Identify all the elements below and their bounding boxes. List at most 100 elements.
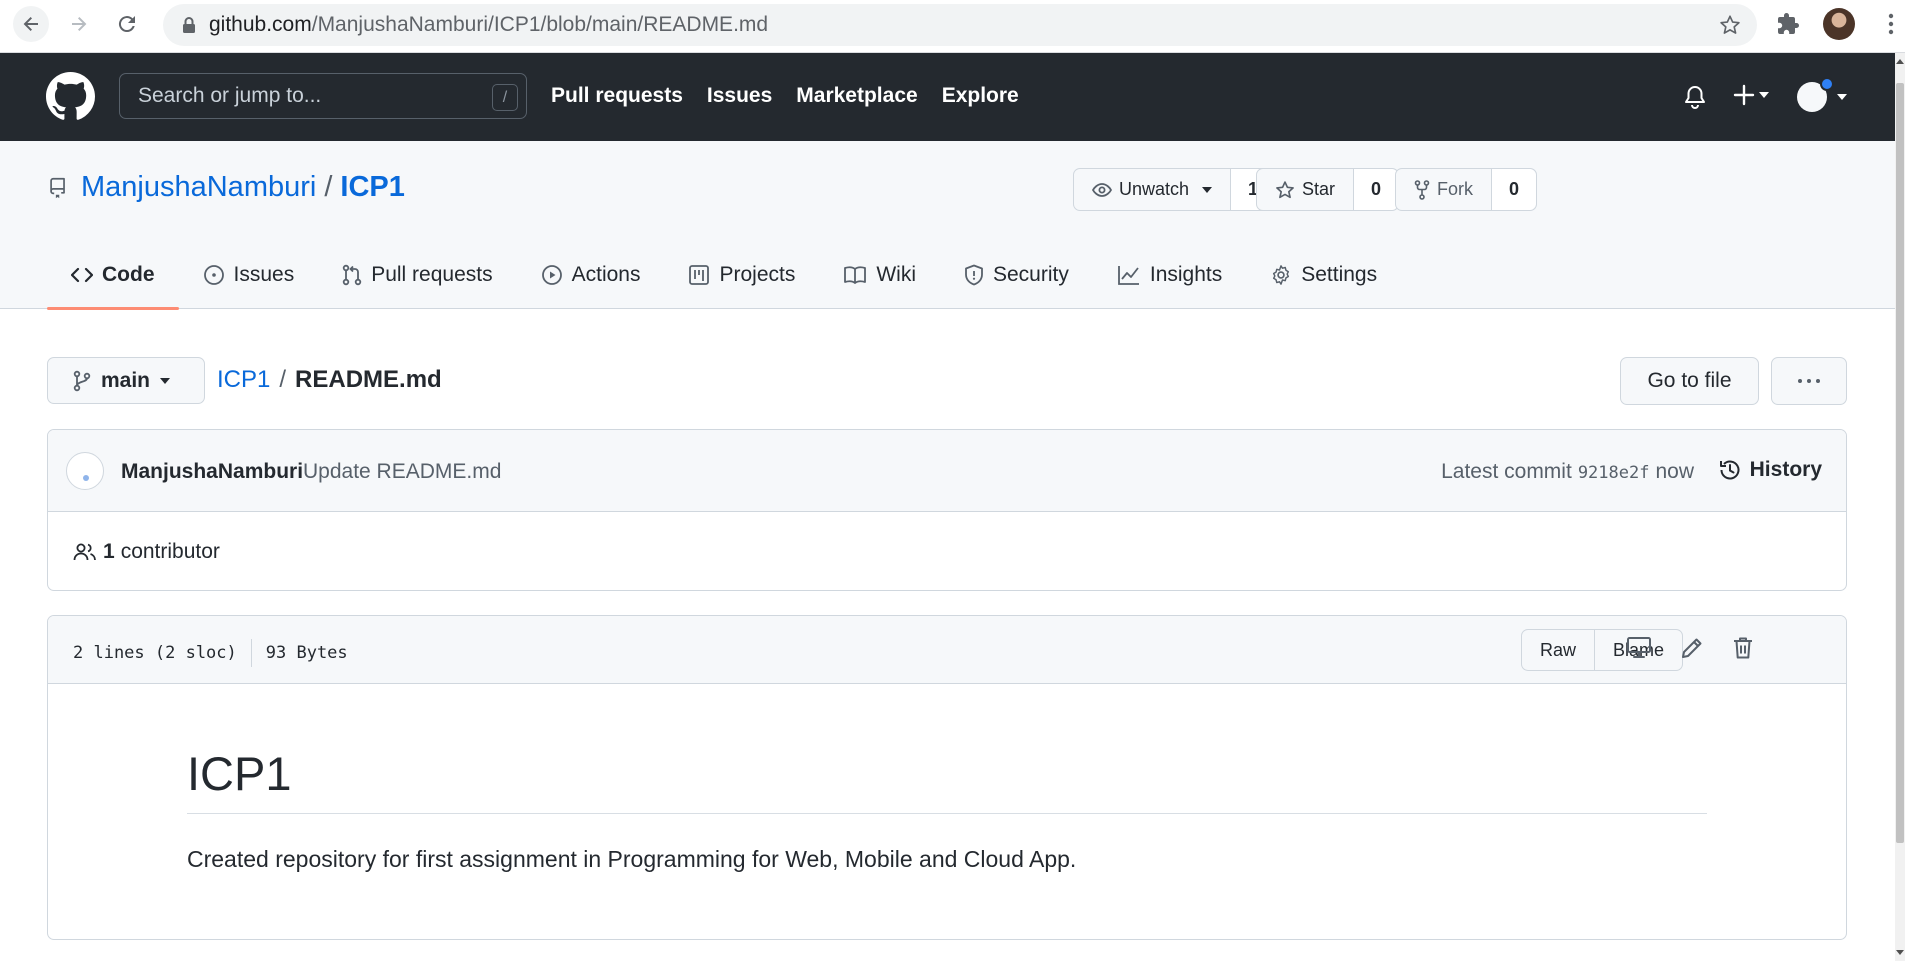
tab-security[interactable]: Security [940, 240, 1093, 309]
browser-toolbar: github.com/ManjushaNamburi/ICP1/blob/mai… [0, 0, 1905, 53]
tab-actions[interactable]: Actions [517, 240, 665, 309]
global-nav: Pull requests Issues Marketplace Explore [551, 84, 1019, 108]
commit-author[interactable]: ManjushaNamburi [121, 460, 303, 484]
repo-icon [50, 177, 65, 198]
star-icon [1276, 180, 1294, 198]
raw-blame-group: Raw Blame [1521, 629, 1684, 671]
nav-issues[interactable]: Issues [707, 84, 772, 108]
github-logo-icon[interactable] [46, 72, 95, 121]
commit-message[interactable]: Update README.md [303, 460, 501, 484]
tab-label: Settings [1301, 262, 1378, 286]
star-button[interactable]: Star [1257, 169, 1355, 210]
scroll-down-arrow-icon[interactable] [1896, 950, 1904, 955]
branch-name: main [101, 368, 151, 392]
readme-paragraph: Created repository for first assignment … [187, 846, 1077, 872]
unwatch-button[interactable]: Unwatch [1074, 169, 1232, 210]
nav-marketplace[interactable]: Marketplace [796, 84, 917, 108]
repo-title: ManjushaNamburi / ICP1 [48, 171, 405, 204]
github-header: Search or jump to... / Pull requests Iss… [0, 53, 1895, 141]
browser-menu-icon[interactable] [1888, 13, 1894, 35]
fork-count[interactable]: 0 [1492, 169, 1536, 210]
history-link[interactable]: History [1718, 458, 1822, 482]
watch-button-group: Unwatch 1 [1073, 168, 1277, 211]
desktop-icon[interactable] [1626, 636, 1652, 660]
people-icon [73, 543, 96, 561]
fork-label: Fork [1437, 179, 1473, 199]
repo-owner-link[interactable]: ManjushaNamburi [81, 171, 316, 204]
caret-down-icon [160, 377, 171, 384]
gear-icon [1273, 264, 1290, 285]
caret-down-icon [1759, 92, 1769, 98]
eye-icon [1092, 182, 1112, 197]
star-count[interactable]: 0 [1354, 169, 1399, 210]
plus-icon [1733, 84, 1755, 106]
address-bar[interactable]: github.com/ManjushaNamburi/ICP1/blob/mai… [163, 4, 1757, 46]
bookmark-star-icon[interactable] [1719, 14, 1741, 36]
tab-settings[interactable]: Settings [1246, 240, 1401, 309]
nav-pull-requests[interactable]: Pull requests [551, 84, 683, 108]
trash-icon[interactable] [1732, 636, 1754, 660]
fork-icon [1414, 179, 1430, 200]
contributor-label: contributor [120, 540, 220, 563]
search-placeholder: Search or jump to... [138, 84, 322, 107]
commit-time: now [1655, 460, 1694, 483]
caret-down-icon [1202, 186, 1213, 193]
history-icon [1719, 460, 1740, 480]
scroll-up-arrow-icon[interactable] [1896, 59, 1904, 64]
tab-label: Pull requests [371, 262, 493, 286]
url-text: github.com/ManjushaNamburi/ICP1/blob/mai… [209, 13, 769, 36]
fork-button[interactable]: Fork [1396, 169, 1492, 210]
browser-profile-avatar[interactable] [1823, 8, 1855, 40]
tab-issues[interactable]: Issues [179, 240, 319, 309]
code-icon [71, 267, 93, 282]
tab-insights[interactable]: Insights [1093, 240, 1246, 309]
repo-name-link[interactable]: ICP1 [340, 171, 404, 204]
nav-explore[interactable]: Explore [942, 84, 1019, 108]
tab-code[interactable]: Code [47, 240, 179, 310]
history-label: History [1749, 458, 1822, 481]
repo-header: ManjushaNamburi / ICP1 Unwatch 1 Star 0 … [0, 141, 1895, 310]
file-header: 2 lines (2 sloc) 93 Bytes Raw Blame [48, 616, 1846, 684]
tab-wiki[interactable]: Wiki [819, 240, 940, 309]
scrollbar-thumb[interactable] [1896, 83, 1904, 843]
tab-projects[interactable]: Projects [664, 240, 819, 309]
branch-selector[interactable]: main [47, 357, 205, 404]
divider [250, 639, 252, 667]
raw-button[interactable]: Raw [1522, 630, 1594, 670]
tab-label: Security [993, 262, 1069, 286]
issue-icon [203, 264, 224, 285]
tab-pull-requests[interactable]: Pull requests [318, 240, 516, 309]
notifications-bell-icon[interactable] [1684, 85, 1706, 109]
contributors-link[interactable]: 1 contributor [73, 540, 220, 564]
play-icon [541, 264, 562, 285]
extensions-icon[interactable] [1776, 12, 1800, 36]
go-to-file-button[interactable]: Go to file [1620, 357, 1759, 405]
breadcrumb: ICP1 / README.md [217, 366, 442, 394]
tab-label: Actions [571, 262, 641, 286]
create-new-dropdown[interactable] [1733, 84, 1769, 106]
arrow-left-icon [23, 17, 38, 31]
forward-button[interactable] [61, 6, 97, 42]
shield-icon [965, 264, 983, 285]
search-input[interactable]: Search or jump to... / [119, 73, 527, 119]
readme-content: ICP1 Created repository for first assign… [187, 684, 1707, 873]
tab-label: Projects [719, 262, 796, 286]
back-button[interactable] [13, 6, 49, 42]
graph-icon [1117, 265, 1139, 285]
repo-path-separator: / [324, 171, 333, 203]
star-label: Star [1302, 179, 1336, 199]
readme-title: ICP1 [187, 750, 1707, 814]
pull-request-icon [343, 264, 362, 285]
breadcrumb-separator: / [279, 366, 287, 393]
page-scrollbar[interactable] [1895, 53, 1905, 961]
more-options-button[interactable] [1771, 357, 1847, 405]
user-menu-dropdown[interactable] [1797, 77, 1847, 112]
pencil-icon[interactable] [1680, 636, 1704, 660]
commit-sha[interactable]: 9218e2f [1578, 463, 1650, 483]
fork-button-group: Fork 0 [1395, 168, 1537, 211]
reload-button[interactable] [109, 6, 145, 42]
file-line-count: 2 lines (2 sloc) [73, 643, 237, 663]
file-viewer: 2 lines (2 sloc) 93 Bytes Raw Blame ICP1… [47, 615, 1847, 940]
breadcrumb-repo-link[interactable]: ICP1 [217, 366, 270, 394]
avatar[interactable] [66, 452, 104, 490]
